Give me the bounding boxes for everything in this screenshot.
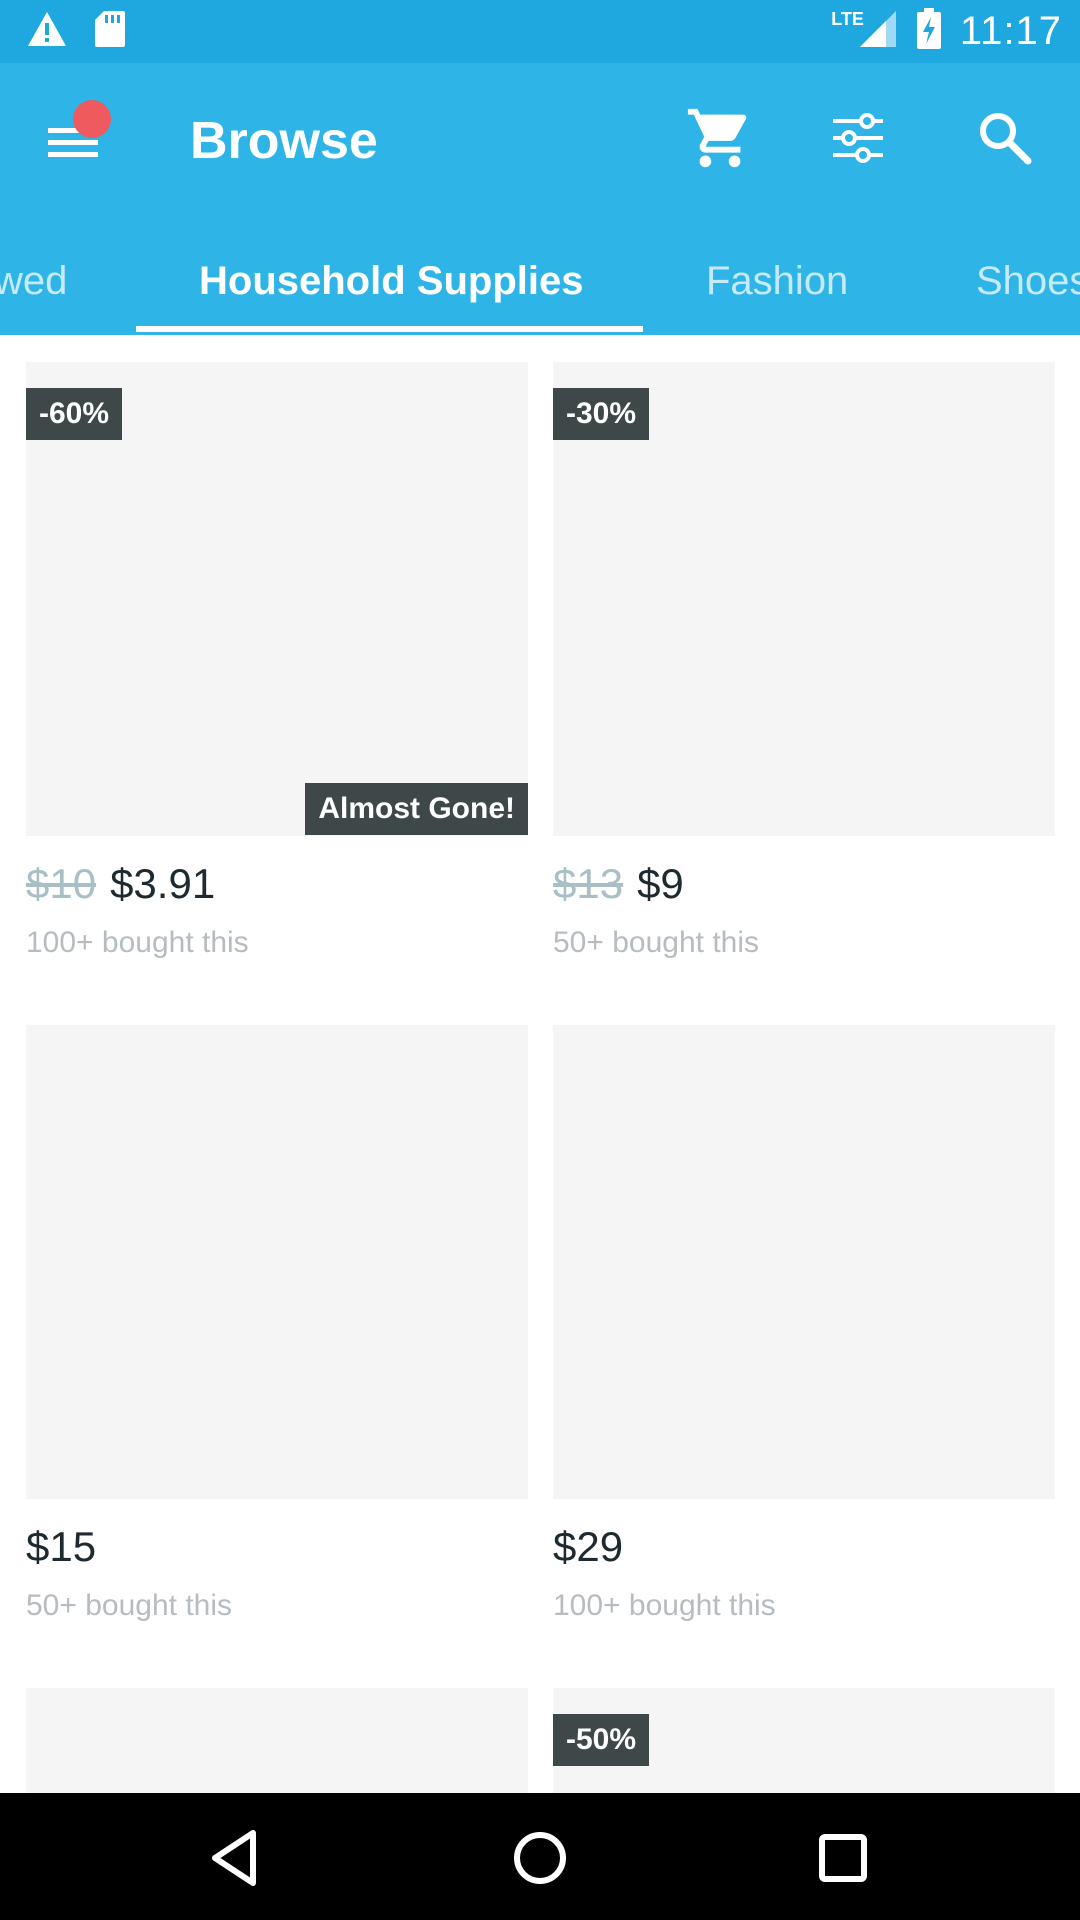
cart-icon: [687, 108, 747, 168]
back-icon: [212, 1830, 256, 1886]
product-image: [26, 1025, 528, 1499]
tab-fashion[interactable]: Fashion: [706, 259, 848, 304]
filter-button[interactable]: [823, 103, 893, 173]
status-time: 11:17: [959, 9, 1062, 53]
product-card[interactable]: [26, 1688, 528, 1793]
sale-price: $15: [26, 1523, 97, 1570]
product-image: [553, 1025, 1055, 1499]
status-bar: LTE 11:17: [0, 0, 1080, 63]
search-button[interactable]: [970, 103, 1040, 173]
tab-household-supplies[interactable]: Household Supplies: [199, 259, 583, 304]
home-button[interactable]: [505, 1823, 575, 1893]
original-price: $10: [26, 860, 97, 907]
category-tabs: wed Household Supplies Fashion Shoes: [0, 259, 1080, 335]
home-icon: [514, 1832, 566, 1884]
cart-button[interactable]: [685, 103, 755, 173]
bought-count: 100+ bought this: [553, 1589, 776, 1622]
active-tab-indicator: [136, 326, 643, 332]
price-line: $29: [553, 1523, 623, 1571]
recents-button[interactable]: [808, 1823, 878, 1893]
bought-count: 50+ bought this: [26, 1589, 233, 1622]
sale-price: $29: [553, 1523, 624, 1570]
sale-price: $9: [637, 860, 684, 907]
sale-price: $3.91: [110, 860, 216, 907]
app-bar: Browse wed Household Supplies Fashion Sh…: [0, 63, 1080, 335]
original-price: $13: [553, 860, 624, 907]
product-card[interactable]: -60% Almost Gone! $10 $3.91 100+ bought t…: [26, 362, 528, 962]
product-card[interactable]: -50%: [553, 1688, 1055, 1793]
system-nav-bar: [0, 1793, 1080, 1920]
bought-count: 100+ bought this: [26, 926, 249, 959]
page-title: Browse: [190, 112, 378, 170]
price-line: $15: [26, 1523, 96, 1571]
tab-shoes[interactable]: Shoes: [976, 259, 1080, 304]
product-card[interactable]: $15 50+ bought this: [26, 1025, 528, 1625]
battery-charging-icon: [916, 8, 942, 55]
bought-count: 50+ bought this: [553, 926, 760, 959]
notification-dot: [73, 100, 111, 138]
price-line: $13 $9: [553, 860, 684, 908]
warning-icon: [26, 10, 68, 53]
product-grid: -60% Almost Gone! $10 $3.91 100+ bought t…: [0, 335, 1080, 1793]
product-image: [26, 1688, 528, 1793]
sd-card-icon: [94, 10, 126, 53]
recents-icon: [819, 1834, 867, 1882]
discount-badge: -60%: [26, 388, 123, 440]
search-icon: [980, 113, 1032, 165]
product-card[interactable]: $29 100+ bought this: [553, 1025, 1055, 1625]
network-type-label: LTE: [831, 9, 864, 29]
signal-icon: [858, 9, 898, 54]
tab-partial-left[interactable]: wed: [0, 259, 67, 304]
price-line: $10 $3.91: [26, 860, 215, 908]
almost-gone-badge: Almost Gone!: [305, 783, 528, 835]
discount-badge: -30%: [553, 388, 650, 440]
discount-badge: -50%: [553, 1714, 650, 1766]
back-button[interactable]: [201, 1823, 271, 1893]
filter-icon: [833, 113, 883, 163]
product-card[interactable]: -30% $13 $9 50+ bought this: [553, 362, 1055, 962]
